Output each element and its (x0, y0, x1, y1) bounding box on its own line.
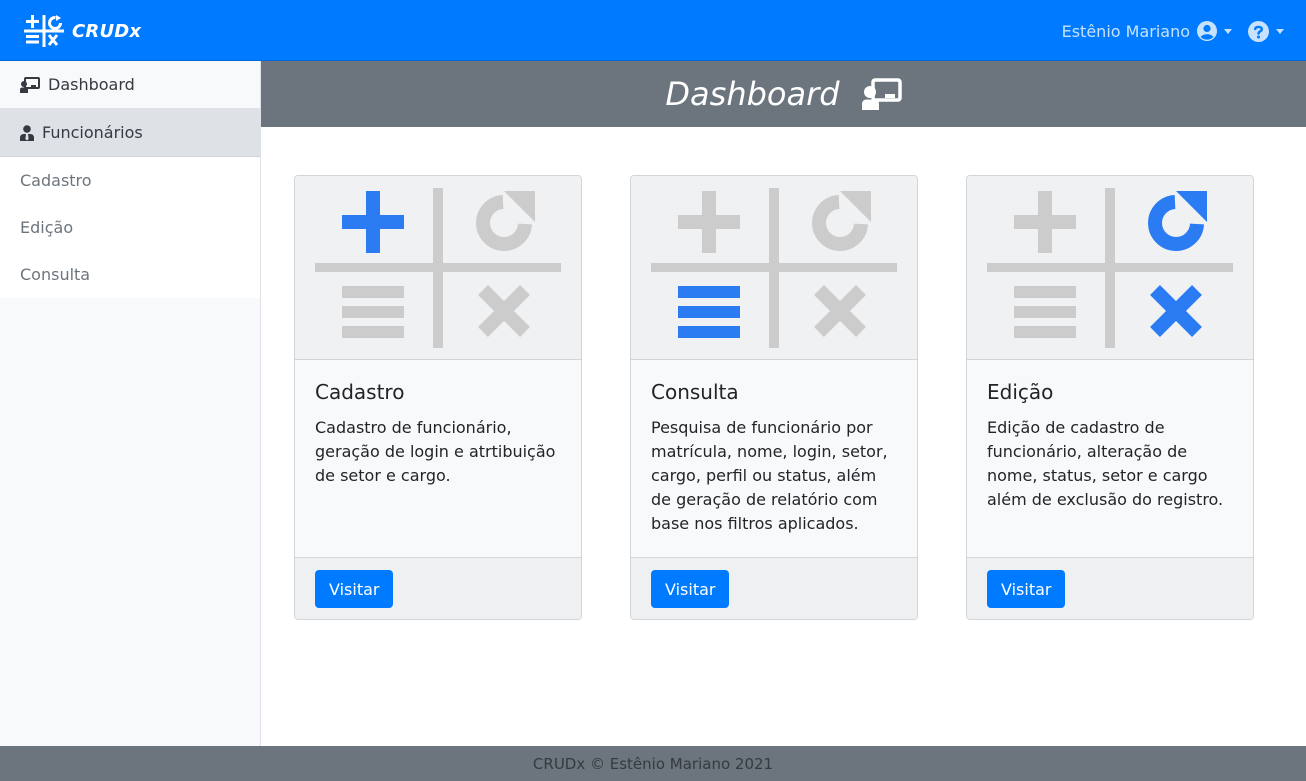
crud-plus-highlight-icon (315, 187, 561, 348)
card-body: Consulta Pesquisa de funcionário por mat… (631, 360, 917, 557)
card-text: Pesquisa de funcionário por matrícula, n… (651, 418, 888, 533)
sidebar: Dashboard Funcionários Cadastro Edição C… (0, 61, 261, 746)
sidebar-item-label: Dashboard (48, 75, 135, 94)
sidebar-item-dashboard[interactable]: Dashboard (0, 61, 260, 109)
sidebar-item-funcionarios[interactable]: Funcionários (0, 109, 260, 157)
card-edicao: Edição Edição de cadastro de funcionário… (966, 175, 1254, 620)
crud-edit-highlight-icon (987, 187, 1233, 348)
visit-cadastro-button[interactable]: Visitar (315, 570, 394, 608)
sidebar-submenu: Cadastro Edição Consulta (0, 157, 260, 298)
card-image (631, 176, 917, 360)
card-text: Cadastro de funcionário, geração de logi… (315, 418, 556, 485)
sidebar-link-consulta[interactable]: Consulta (0, 251, 260, 298)
card-text: Edição de cadastro de funcionário, alter… (987, 418, 1224, 509)
sidebar-item-label: Funcionários (42, 123, 143, 142)
question-circle-icon (1248, 20, 1269, 42)
card-footer: Visitar (967, 557, 1253, 619)
card-title: Consulta (651, 380, 739, 404)
card-footer: Visitar (631, 557, 917, 619)
chevron-down-icon (1224, 28, 1232, 34)
navbar-right: Estênio Mariano (1062, 18, 1284, 44)
card-title: Edição (987, 380, 1054, 404)
sidebar-link-edicao[interactable]: Edição (0, 204, 260, 251)
card-cadastro: Cadastro Cadastro de funcionário, geraçã… (294, 175, 582, 620)
crudx-logo-icon (24, 15, 64, 47)
page-header: Dashboard (261, 61, 1306, 127)
page-footer: CRUDx © Estênio Mariano 2021 (0, 746, 1306, 781)
top-navbar: CRUDx Estênio Mariano (0, 0, 1306, 61)
help-menu-dropdown[interactable] (1248, 20, 1284, 42)
crud-list-highlight-icon (651, 187, 897, 348)
brand-link[interactable]: CRUDx (24, 15, 141, 47)
card-consulta: Consulta Pesquisa de funcionário por mat… (630, 175, 918, 620)
card-title: Cadastro (315, 380, 405, 404)
footer-copyright: CRUDx © Estênio Mariano 2021 (532, 754, 774, 773)
presentation-user-icon (20, 76, 40, 93)
card-image (967, 176, 1253, 360)
user-tie-icon (20, 124, 34, 141)
user-circle-icon (1197, 21, 1217, 41)
chevron-down-icon (1276, 28, 1284, 34)
card-image (295, 176, 581, 360)
visit-consulta-button[interactable]: Visitar (651, 570, 730, 608)
user-menu-dropdown[interactable]: Estênio Mariano (1062, 21, 1232, 41)
brand-name: CRUDx (72, 20, 142, 42)
user-name: Estênio Mariano (1061, 21, 1190, 41)
presentation-user-icon (861, 78, 902, 110)
visit-edicao-button[interactable]: Visitar (987, 570, 1066, 608)
page-title: Dashboard (665, 75, 840, 113)
card-body: Cadastro Cadastro de funcionário, geraçã… (295, 360, 581, 557)
sidebar-link-cadastro[interactable]: Cadastro (0, 157, 260, 204)
card-footer: Visitar (295, 557, 581, 619)
card-body: Edição Edição de cadastro de funcionário… (967, 360, 1253, 557)
